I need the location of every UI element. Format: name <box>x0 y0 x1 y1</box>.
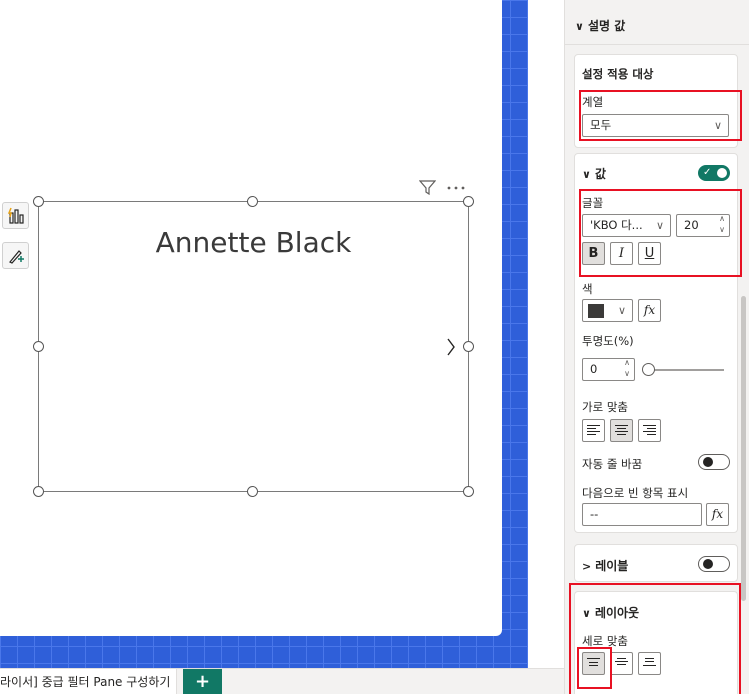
highlight-box-font <box>579 189 742 277</box>
label-toggle[interactable] <box>698 556 730 572</box>
divider <box>565 44 749 45</box>
wrap-label: 자동 줄 바꿈 <box>582 457 643 471</box>
values-toggle[interactable]: ✓ <box>698 165 730 181</box>
resize-handle-top-left[interactable] <box>33 196 44 207</box>
align-center-button[interactable] <box>610 419 633 442</box>
resize-handle-bottom-right[interactable] <box>463 486 474 497</box>
card-value-text: Annette Black <box>155 226 352 259</box>
chevron-right-icon: > <box>582 560 592 573</box>
h-align-label: 가로 맞춤 <box>582 400 628 414</box>
blank-fx-button[interactable]: fx <box>706 503 729 526</box>
resize-handle-top[interactable] <box>247 196 258 207</box>
transparency-value: 0 <box>590 362 598 376</box>
page-tabs-bar: 라이서] 중급 필터 Pane 구성하기 + <box>0 668 564 694</box>
format-painter-button[interactable] <box>2 242 29 269</box>
check-icon: ✓ <box>703 167 712 178</box>
resize-handle-right[interactable] <box>463 341 474 352</box>
add-page-button[interactable]: + <box>183 669 222 694</box>
highlight-box-series <box>579 90 742 141</box>
transparency-slider-track[interactable] <box>649 369 724 371</box>
color-swatch <box>588 304 604 318</box>
values-section-header[interactable]: ∨ 값 <box>582 165 606 182</box>
format-pane: ∨ 설명 값 설정 적용 대상 계열 모두 ∨ ∨ 값 ✓ 글꼴 'KBO 다...… <box>564 0 749 694</box>
transparency-slider-thumb[interactable] <box>642 363 655 376</box>
align-right-button[interactable] <box>638 419 661 442</box>
page-tab[interactable]: 라이서] 중급 필터 Pane 구성하기 <box>0 669 178 694</box>
align-right-icon <box>643 425 656 436</box>
label-header-label: 레이블 <box>595 559 629 573</box>
align-left-icon <box>587 425 600 436</box>
align-left-button[interactable] <box>582 419 605 442</box>
resize-handle-top-right[interactable] <box>463 196 474 207</box>
highlight-box-valign <box>577 647 612 689</box>
values-header-label: 값 <box>594 167 606 181</box>
blank-label: 다음으로 빈 항목 표시 <box>582 486 689 500</box>
chevron-down-icon: ∨ <box>575 20 584 33</box>
format-painter-icon <box>8 249 24 264</box>
color-fx-button[interactable]: fx <box>638 299 661 322</box>
description-header-label: 설명 값 <box>587 19 626 33</box>
apply-to-title: 설정 적용 대상 <box>582 67 654 81</box>
color-picker[interactable]: ∨ <box>582 299 633 322</box>
filter-icon[interactable] <box>419 180 436 195</box>
pane-scrollbar[interactable] <box>741 296 746 601</box>
align-center-icon <box>615 425 628 436</box>
description-section-header[interactable]: ∨ 설명 값 <box>575 17 625 34</box>
label-section-header[interactable]: > 레이블 <box>582 557 628 574</box>
blank-value: -- <box>590 507 599 521</box>
transparency-stepper[interactable]: 0 ∧ ∨ <box>582 358 635 381</box>
stepper-arrows-icon: ∧ ∨ <box>624 358 630 378</box>
resize-handle-left[interactable] <box>33 341 44 352</box>
resize-handle-bottom[interactable] <box>247 486 258 497</box>
blank-value-input[interactable]: -- <box>582 503 702 526</box>
resize-handle-bottom-left[interactable] <box>33 486 44 497</box>
chevron-down-icon: ∨ <box>617 304 626 317</box>
chevron-down-icon: ∨ <box>582 168 591 181</box>
chevron-right-icon[interactable] <box>446 337 456 357</box>
color-label: 색 <box>582 282 593 296</box>
transparency-label: 투명도(%) <box>582 334 634 348</box>
more-options-icon[interactable] <box>447 186 465 190</box>
wrap-toggle[interactable] <box>698 454 730 470</box>
insights-icon <box>7 207 24 224</box>
insights-button[interactable] <box>2 202 29 229</box>
